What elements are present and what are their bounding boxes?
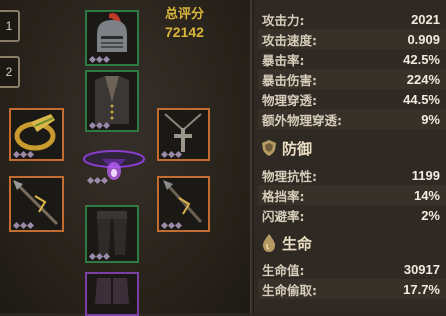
- stat-label: 闪避率:: [262, 208, 305, 224]
- amulet-slot[interactable]: [157, 108, 210, 161]
- stat-value: 0.909: [407, 31, 440, 47]
- stat-value: 2%: [421, 207, 440, 223]
- stat-value: 2021: [411, 11, 440, 27]
- stat-value: 44.5%: [403, 91, 440, 107]
- chest-armor-icon: [95, 76, 129, 124]
- stat-label: 攻击速度:: [262, 32, 317, 48]
- life-section-header: 生命: [262, 231, 312, 255]
- stat-health: 生命值: 30917: [262, 259, 440, 279]
- stat-label: 生命值:: [262, 262, 305, 278]
- stat-dodge-rate: 闪避率: 2%: [262, 205, 440, 225]
- shield-icon: [262, 140, 276, 156]
- stat-crit-rate: 暴击率: 42.5%: [262, 49, 440, 69]
- helmet-slot[interactable]: [85, 10, 139, 66]
- stat-value: 1199: [411, 167, 440, 183]
- stat-label: 攻击力:: [262, 12, 305, 28]
- defense-section-header: 防御: [262, 136, 312, 160]
- belt-slot[interactable]: [80, 147, 145, 185]
- stat-value: 9%: [421, 111, 440, 127]
- stat-attack-speed: 攻击速度: 0.909: [262, 29, 440, 49]
- stat-label: 物理穿透:: [262, 92, 317, 108]
- stat-value: 224%: [406, 71, 440, 87]
- life-title: 生命: [282, 234, 313, 253]
- boots-slot[interactable]: [85, 272, 139, 316]
- stat-value: 30917: [403, 261, 440, 277]
- stat-label: 生命偷取:: [262, 282, 317, 298]
- blood-drop-icon: [262, 234, 276, 252]
- chest-armor-slot[interactable]: [85, 70, 139, 132]
- total-score-value: 72142: [165, 24, 204, 40]
- stat-physical-penetration: 物理穿透: 44.5%: [262, 89, 440, 109]
- defense-title: 防御: [282, 139, 313, 158]
- stat-label: 暴击率:: [262, 52, 305, 68]
- stat-label: 额外物理穿透:: [262, 112, 342, 128]
- stat-value: 42.5%: [403, 51, 440, 67]
- stat-label: 物理抗性:: [262, 168, 317, 184]
- off-weapon-slot[interactable]: [157, 176, 210, 232]
- pants-slot[interactable]: [85, 205, 139, 263]
- stat-life-steal: 生命偷取: 17.7%: [262, 279, 440, 299]
- stat-value: 14%: [413, 187, 440, 203]
- stat-extra-physical-penetration: 额外物理穿透: 9%: [262, 109, 440, 129]
- total-score-label: 总评分: [165, 7, 205, 22]
- stat-label: 暴击伤害:: [262, 72, 317, 88]
- stat-block-rate: 格挡率: 14%: [262, 185, 440, 205]
- stat-value: 17.7%: [403, 281, 440, 297]
- stat-crit-damage: 暴击伤害: 224%: [262, 69, 440, 89]
- loadout-tab-1[interactable]: 1: [0, 10, 20, 42]
- main-weapon-slot[interactable]: [9, 176, 64, 232]
- boots-icon: [95, 278, 129, 304]
- stat-attack-power: 攻击力: 2021: [262, 9, 440, 29]
- stat-physical-resistance: 物理抗性: 1199: [262, 165, 440, 185]
- pants-icon: [97, 211, 127, 255]
- stat-label: 格挡率:: [262, 188, 305, 204]
- loadout-tab-2[interactable]: 2: [0, 56, 20, 88]
- ring-slot[interactable]: [9, 108, 64, 161]
